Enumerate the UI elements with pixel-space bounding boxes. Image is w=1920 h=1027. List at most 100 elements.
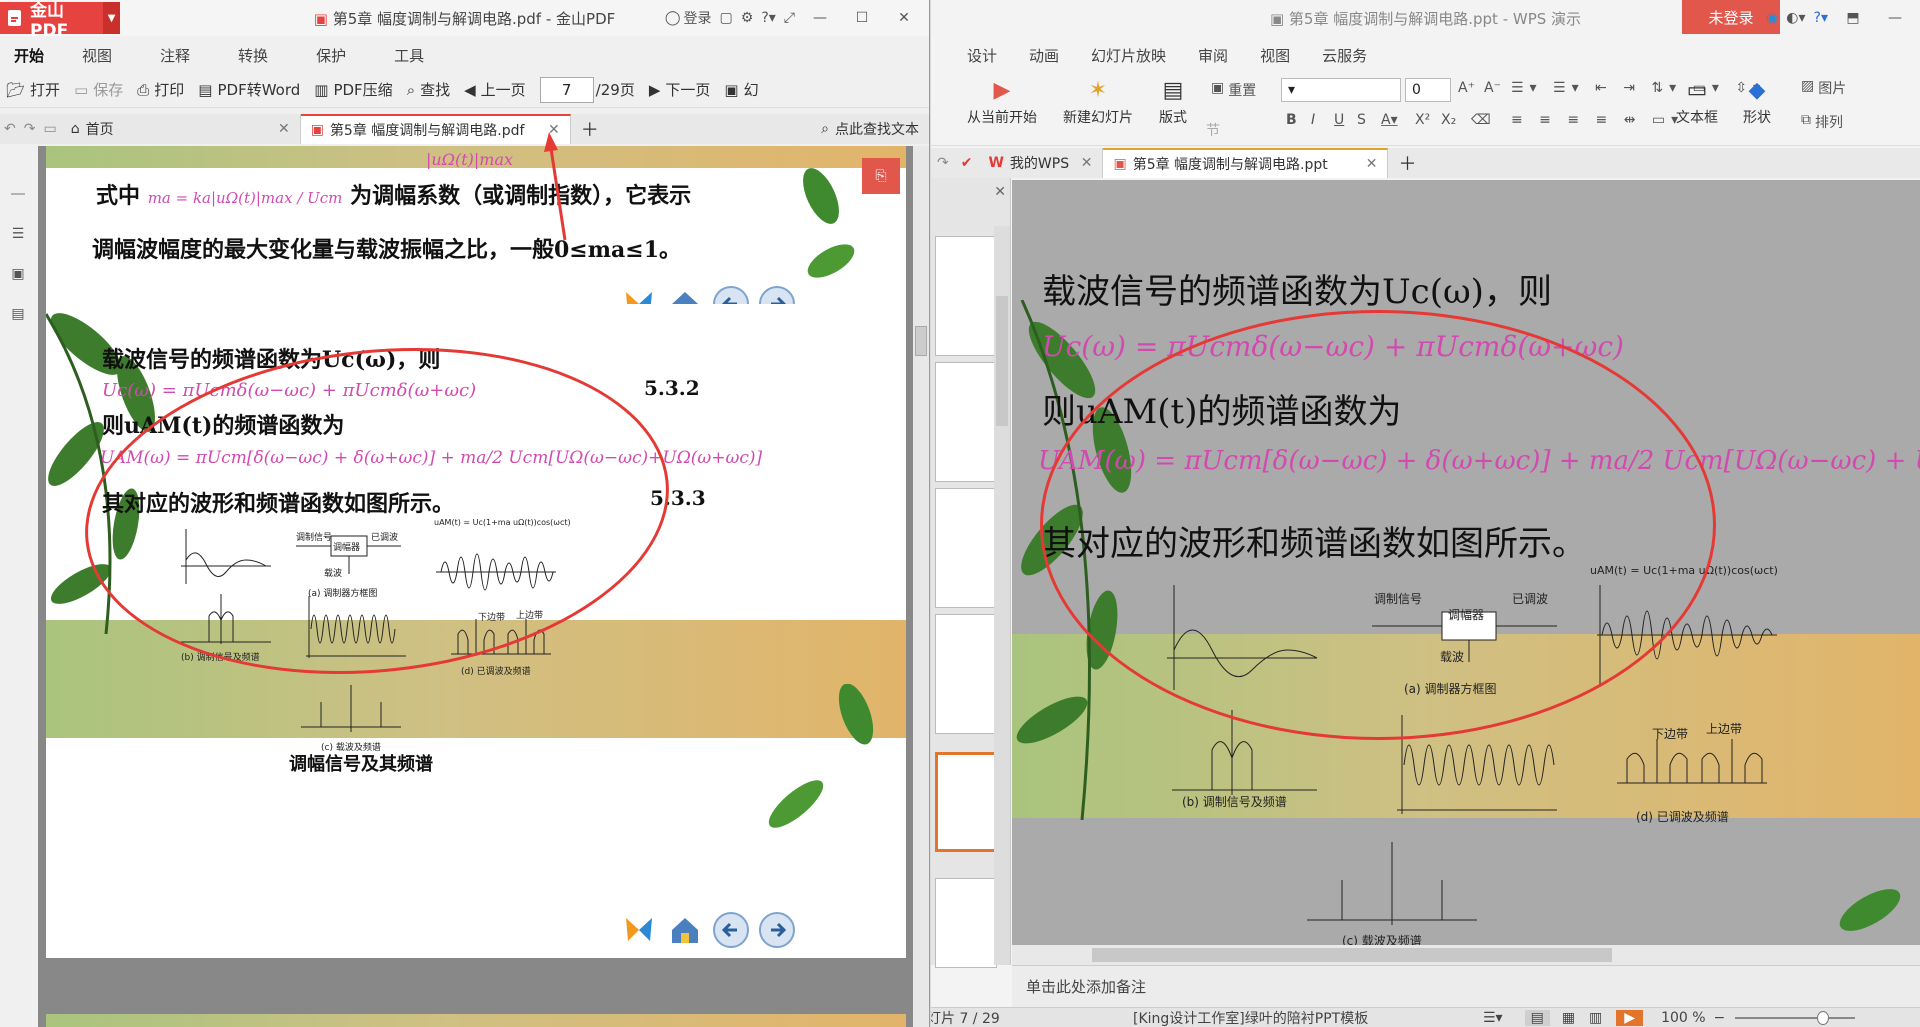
- arrange-button[interactable]: ⧉ 排列: [1801, 112, 1843, 132]
- pdf-export-icon[interactable]: ⎘: [862, 158, 900, 194]
- gear-icon[interactable]: ⚙: [741, 10, 754, 26]
- font-color-icon[interactable]: A▾: [1381, 112, 1398, 128]
- from-current-button[interactable]: ▶ 从当前开始: [967, 78, 1037, 127]
- find-text-button[interactable]: ⌕ 点此查找文本: [811, 114, 929, 144]
- redo-icon[interactable]: ↷: [20, 114, 40, 144]
- menu-animation[interactable]: 动画: [1013, 40, 1075, 70]
- menu-design[interactable]: 设计: [951, 40, 1013, 70]
- zoom-slider[interactable]: [1735, 1010, 1856, 1025]
- section-button[interactable]: 节: [1206, 120, 1220, 140]
- play-button[interactable]: ▶: [1616, 1009, 1644, 1026]
- shape-button[interactable]: ◆ 形状: [1743, 78, 1771, 127]
- close-tab-icon[interactable]: ✕: [1081, 155, 1093, 171]
- save-small-icon[interactable]: ▭: [39, 114, 60, 144]
- font-size-select[interactable]: 0: [1405, 78, 1451, 102]
- superscript-icon[interactable]: X²: [1415, 112, 1430, 128]
- tab-home[interactable]: ⌂ 首页 ✕: [61, 114, 301, 144]
- restore-ribbon-button[interactable]: ⬒: [1836, 3, 1870, 33]
- save-button[interactable]: ▭ 保存: [74, 79, 123, 100]
- align-tools[interactable]: ≡ ≡ ≡ ≡ ⇹ ▭▾: [1511, 112, 1684, 128]
- menu-view[interactable]: 视图: [58, 40, 136, 70]
- wps-redo-icon[interactable]: ↷: [931, 148, 955, 178]
- image-button[interactable]: ▨ 图片: [1801, 78, 1846, 98]
- next-page-button[interactable]: ▶ 下一页: [649, 79, 711, 100]
- sorter-view-icon[interactable]: ▦: [1562, 1010, 1575, 1026]
- new-slide-button[interactable]: ✶ 新建幻灯片: [1063, 78, 1133, 127]
- thumbs-scrollbar[interactable]: [994, 226, 1010, 965]
- pdf-login-button[interactable]: ◯ 登录: [665, 8, 712, 28]
- scroll-thumb[interactable]: [1092, 948, 1612, 962]
- reset-button[interactable]: ▣ 重置: [1211, 80, 1256, 100]
- find-button[interactable]: ⌕ 查找: [407, 79, 450, 100]
- menu-protect[interactable]: 保护: [292, 40, 370, 70]
- pdf-app-menu[interactable]: 金山PDF ▼: [0, 1, 120, 41]
- scroll-thumb[interactable]: [915, 326, 927, 356]
- menu-review[interactable]: 审阅: [1182, 40, 1244, 70]
- menu-view[interactable]: 视图: [1244, 40, 1306, 70]
- close-button[interactable]: ✕: [887, 3, 921, 33]
- menu-tools[interactable]: 工具: [370, 40, 448, 70]
- wps-pin-icon[interactable]: ✔: [955, 148, 979, 178]
- bold-icon[interactable]: B: [1286, 112, 1297, 128]
- menu-cloud[interactable]: 云服务: [1306, 40, 1383, 70]
- notes-toggle-icon[interactable]: ☰▾: [1483, 1010, 1503, 1026]
- close-tab-icon[interactable]: ✕: [278, 121, 290, 137]
- slide-thumb-active[interactable]: [935, 752, 997, 852]
- chevron-down-icon[interactable]: ▼: [103, 2, 120, 34]
- tab-my-wps[interactable]: W 我的WPS ✕: [978, 148, 1104, 178]
- undo-icon[interactable]: ↶: [0, 114, 20, 144]
- zoom-slider-thumb[interactable]: [1817, 1010, 1830, 1025]
- scroll-thumb[interactable]: [996, 296, 1008, 426]
- tab-ppt-document[interactable]: ▣ 第5章 幅度调制与解调电路.ppt ✕: [1103, 148, 1389, 178]
- slide-thumb[interactable]: [935, 488, 997, 608]
- print-button[interactable]: ⎙ 打印: [137, 79, 184, 100]
- font-size-up-icon[interactable]: A⁺: [1458, 80, 1475, 96]
- textbox-button[interactable]: ▭ 文本框: [1676, 78, 1718, 127]
- zoom-out-icon[interactable]: −: [1714, 1010, 1726, 1026]
- notes-field[interactable]: 单击此处添加备注: [1012, 965, 1920, 1007]
- butterfly-icon[interactable]: [621, 912, 657, 948]
- outline-icon[interactable]: ☰: [12, 226, 25, 242]
- skin-icon[interactable]: ◐▾: [1786, 10, 1805, 26]
- slideshow-button[interactable]: ▣ 幻: [724, 79, 758, 100]
- open-button[interactable]: 📂︎ 打开: [6, 79, 60, 100]
- close-tab-icon[interactable]: ✕: [1366, 156, 1378, 172]
- prev-page-button[interactable]: ◀ 上一页: [464, 79, 526, 100]
- reading-view-icon[interactable]: ▥: [1589, 1010, 1602, 1026]
- subscript-icon[interactable]: X₂: [1441, 112, 1456, 128]
- strike-icon[interactable]: S: [1357, 112, 1366, 128]
- skin-icon[interactable]: ▢: [720, 10, 733, 26]
- prev-slide-icon[interactable]: [713, 912, 749, 948]
- help-icon[interactable]: ?▾: [761, 10, 775, 26]
- new-tab-button[interactable]: ＋: [571, 114, 609, 144]
- minimize-button[interactable]: —: [803, 3, 837, 33]
- italic-icon[interactable]: I: [1311, 112, 1315, 128]
- minimize-button[interactable]: —: [1878, 3, 1912, 33]
- slide-thumb[interactable]: [935, 614, 997, 734]
- font-name-select[interactable]: ▾: [1281, 78, 1401, 102]
- normal-view-icon[interactable]: ▤: [1524, 1009, 1550, 1026]
- menu-convert[interactable]: 转换: [214, 40, 292, 70]
- menu-annotate[interactable]: 注释: [136, 40, 214, 70]
- pdf-compress-button[interactable]: ▥ PDF压缩: [314, 79, 392, 100]
- slide-thumb[interactable]: [935, 236, 997, 356]
- slide-thumb[interactable]: [935, 362, 997, 482]
- paragraph-tools[interactable]: ☰▾ ☰▾ ⇤ ⇥ ⇅▾ ▭▾ ⇳▾: [1511, 80, 1766, 96]
- home-nav-icon[interactable]: [667, 912, 703, 948]
- panel-close-icon[interactable]: ✕: [994, 184, 1006, 200]
- next-slide-icon[interactable]: [759, 912, 795, 948]
- help-icon[interactable]: ?▾: [1814, 10, 1828, 26]
- tab-pdf-document[interactable]: ▣ 第5章 幅度调制与解调电路.pdf ✕: [300, 114, 571, 144]
- page-number-input[interactable]: 7: [539, 76, 594, 103]
- menu-lines-icon[interactable]: ―: [11, 186, 25, 202]
- menu-start[interactable]: 开始: [0, 40, 58, 70]
- new-tab-button[interactable]: ＋: [1388, 148, 1426, 178]
- slide-horizontal-scrollbar[interactable]: [1012, 945, 1920, 965]
- pdf-vertical-scrollbar[interactable]: [913, 146, 929, 1027]
- thumbnail-icon[interactable]: ▣: [11, 266, 24, 282]
- menu-slideshow[interactable]: 幻灯片放映: [1075, 40, 1182, 70]
- slide-thumb[interactable]: [935, 878, 997, 968]
- pdf-to-word-button[interactable]: ▤ PDF转Word: [198, 79, 300, 100]
- underline-icon[interactable]: U: [1334, 112, 1344, 128]
- annotation-list-icon[interactable]: ▤: [11, 306, 24, 322]
